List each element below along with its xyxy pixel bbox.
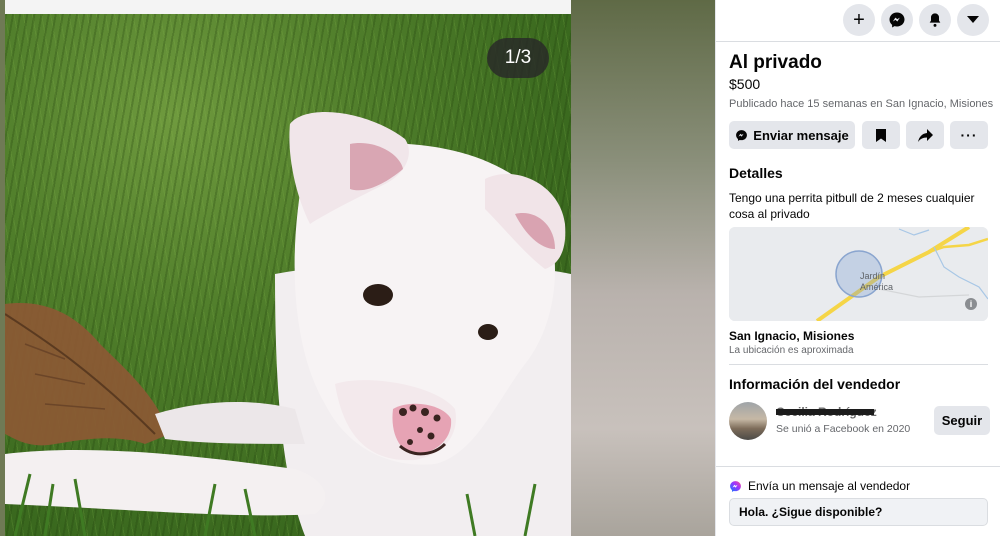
follow-button[interactable]: Seguir (934, 406, 990, 435)
messenger-icon (730, 480, 741, 492)
messenger-icon (889, 12, 905, 28)
plus-icon: + (853, 9, 865, 31)
photo-counter: 1/3 (487, 38, 549, 78)
map-place-label: Jardín América (860, 271, 893, 293)
messenger-icon (736, 129, 748, 141)
listing-actions: Enviar mensaje ··· (729, 121, 989, 149)
seller-joined: Se unió a Facebook en 2020 (776, 423, 911, 435)
message-seller-heading: Envía un mensaje al vendedor (748, 479, 911, 493)
bookmark-icon (876, 128, 886, 142)
divider (729, 364, 988, 365)
send-message-label: Enviar mensaje (753, 127, 849, 143)
map-label-line1: Jardín (860, 271, 886, 281)
send-message-button[interactable]: Enviar mensaje (729, 121, 855, 149)
notifications-button[interactable] (919, 4, 951, 36)
location-note: La ubicación es aproximada (729, 345, 854, 356)
info-icon[interactable]: i (965, 298, 977, 310)
ellipsis-icon: ··· (960, 127, 978, 143)
map-label-line2: América (860, 282, 894, 292)
top-action-bar: + (716, 0, 1000, 42)
caret-down-icon (967, 16, 979, 23)
photo-viewer: 1/3 (0, 0, 715, 536)
blurred-background (570, 0, 715, 536)
listing-sidebar: + Al privado $500 Publicado hace 15 sema… (715, 0, 1000, 536)
seller-info-heading: Información del vendedor (729, 376, 901, 392)
details-heading: Detalles (729, 165, 783, 181)
message-input[interactable] (729, 498, 988, 526)
listing-price: $500 (729, 76, 761, 92)
photo-top-strip (5, 0, 571, 14)
account-menu-button[interactable] (957, 4, 989, 36)
more-options-button[interactable]: ··· (950, 121, 988, 149)
message-seller-panel: Envía un mensaje al vendedor (716, 466, 1000, 536)
pitbull-puppy-illustration (5, 112, 571, 536)
share-button[interactable] (906, 121, 944, 149)
listing-posted-info: Publicado hace 15 semanas en San Ignacio… (729, 98, 994, 110)
listing-photo[interactable] (5, 14, 571, 536)
message-seller-header: Envía un mensaje al vendedor (729, 479, 910, 493)
save-button[interactable] (862, 121, 900, 149)
bell-icon (929, 13, 941, 27)
listing-title: Al privado (729, 52, 822, 73)
listing-description: Tengo una perrita pitbull de 2 meses cua… (729, 191, 975, 221)
name-redaction-scribble (776, 409, 874, 415)
messenger-button[interactable] (881, 4, 913, 36)
map-graphic (729, 227, 988, 321)
share-icon (917, 128, 933, 142)
create-button[interactable]: + (843, 4, 875, 36)
location-name: San Ignacio, Misiones (729, 329, 855, 343)
seller-avatar[interactable] (729, 402, 767, 440)
location-map[interactable]: Jardín América i (729, 227, 988, 321)
